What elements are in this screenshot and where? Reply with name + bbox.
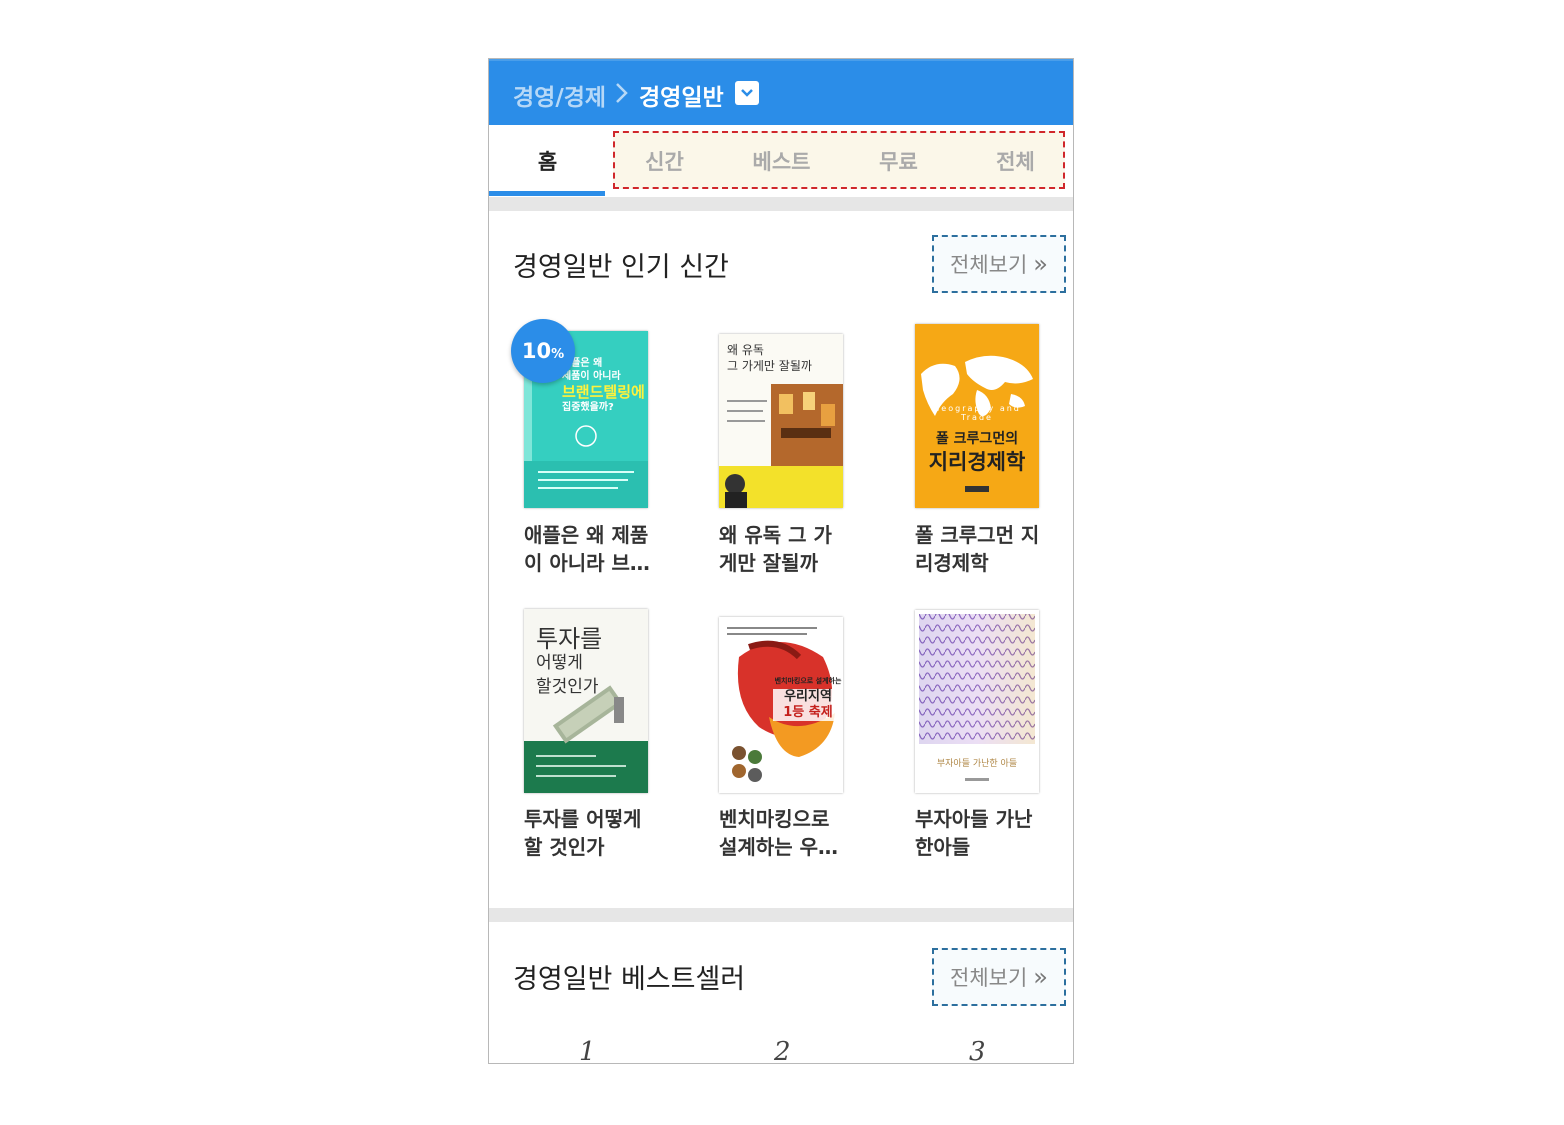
book-cover[interactable]: 투자를 어떻게 할것인가 xyxy=(524,609,648,793)
book-title-line: 왜 유독 그 가 xyxy=(719,523,832,547)
book-cover[interactable]: Geography and Trade 폴 크루그먼의 지리경제학 xyxy=(915,324,1039,508)
book-title[interactable]: 애플은 왜 제품 이 아니라 브… xyxy=(524,521,669,577)
book-title[interactable]: 왜 유독 그 가 게만 잘될까 xyxy=(719,521,864,577)
book-title-line: 리경제학 xyxy=(915,551,989,575)
book-title-line: 할 것인가 xyxy=(524,835,605,859)
chevron-down-icon xyxy=(741,89,753,97)
tab-free[interactable]: 무료 xyxy=(840,125,957,197)
tab-new[interactable]: 신간 xyxy=(606,125,723,197)
breadcrumb-current: 경영일반 xyxy=(639,85,724,111)
book-title[interactable]: 투자를 어떻게 할 것인가 xyxy=(524,805,669,861)
book-cover[interactable]: 왜 유독 그 가게만 잘될까 xyxy=(719,334,843,508)
cover-text: 벤치마킹으로 설계하는 xyxy=(774,677,842,685)
book-cover[interactable]: 벤치마킹으로 설계하는 우리지역 1등 축제 xyxy=(719,617,843,793)
book-title[interactable]: 벤치마킹으로 설계하는 우… xyxy=(719,805,864,861)
book-title[interactable]: 폴 크루그먼 지 리경제학 xyxy=(915,521,1060,577)
discount-unit: % xyxy=(551,346,565,362)
section-divider xyxy=(489,908,1073,922)
book-title-line: 애플은 왜 제품 xyxy=(524,523,649,547)
cover-text: 폴 크루그먼의 xyxy=(935,431,1019,447)
double-chevron-right-icon: » xyxy=(1033,250,1048,278)
view-all-label: 전체보기 xyxy=(950,966,1028,990)
cover-text: 지리경제학 xyxy=(928,450,1026,474)
cover-text: Geography and Trade xyxy=(933,404,1021,422)
view-all-label: 전체보기 xyxy=(950,253,1028,277)
category-tabs: 홈 신간 베스트 무료 전체 xyxy=(489,125,1073,197)
book-title-line: 설계하는 우… xyxy=(719,835,838,859)
category-header: 경영/경제 경영일반 xyxy=(489,59,1073,125)
book-title-line: 이 아니라 브… xyxy=(524,551,650,575)
view-all-bestseller-button[interactable]: 전체보기 » xyxy=(932,948,1066,1006)
rank-number: 3 xyxy=(969,1037,986,1064)
cover-text: 왜 유독 xyxy=(727,343,764,357)
book-title-line: 부자아들 가난 xyxy=(915,807,1033,831)
tab-all[interactable]: 전체 xyxy=(957,125,1073,197)
book-title-line: 투자를 어떻게 xyxy=(524,807,642,831)
chevron-right-icon xyxy=(616,83,628,103)
tab-best[interactable]: 베스트 xyxy=(723,125,840,197)
cover-text: 어떻게 xyxy=(536,653,583,673)
rank-number: 1 xyxy=(579,1037,596,1064)
book-title-line: 폴 크루그먼 지 xyxy=(915,523,1040,547)
discount-badge: 10% xyxy=(511,319,575,383)
cover-text: 1등 축제 xyxy=(773,705,843,721)
cover-text: 집중했을까? xyxy=(562,402,614,413)
book-cover[interactable]: 부자아들 가난한 아들 xyxy=(915,610,1039,793)
rank-number: 2 xyxy=(774,1037,791,1064)
book-title[interactable]: 부자아들 가난 한아들 xyxy=(915,805,1060,861)
mobile-page: 경영/경제 경영일반 홈 신간 베스트 무료 전체 경영일반 인기 신간 전체보… xyxy=(488,58,1074,1064)
cover-text: 투자를 xyxy=(536,625,603,653)
breadcrumb-parent[interactable]: 경영/경제 xyxy=(513,78,606,112)
section-title-bestseller: 경영일반 베스트셀러 xyxy=(513,964,746,995)
book-title-line: 벤치마킹으로 xyxy=(719,807,830,831)
double-chevron-right-icon: » xyxy=(1033,963,1048,991)
cover-text: 제품이 아니라 xyxy=(562,371,621,382)
discount-value: 10 xyxy=(521,339,552,363)
book-title-line: 게만 잘될까 xyxy=(719,551,818,575)
section-title-new: 경영일반 인기 신간 xyxy=(513,252,729,283)
category-dropdown-button[interactable] xyxy=(735,81,759,105)
section-divider xyxy=(489,197,1073,211)
view-all-new-button[interactable]: 전체보기 » xyxy=(932,235,1066,293)
cover-text: 애플은 왜 xyxy=(562,358,603,369)
cover-text: 그 가게만 잘될까 xyxy=(727,359,812,373)
cover-text: 브랜드텔링에 xyxy=(562,383,645,401)
tab-home[interactable]: 홈 xyxy=(489,125,606,197)
active-tab-indicator xyxy=(489,191,605,196)
cover-text: 우리지역 xyxy=(773,689,843,705)
cover-text: 부자아들 가난한 아들 xyxy=(936,759,1018,769)
book-title-line: 한아들 xyxy=(915,835,971,859)
cover-text: 할것인가 xyxy=(536,677,599,697)
